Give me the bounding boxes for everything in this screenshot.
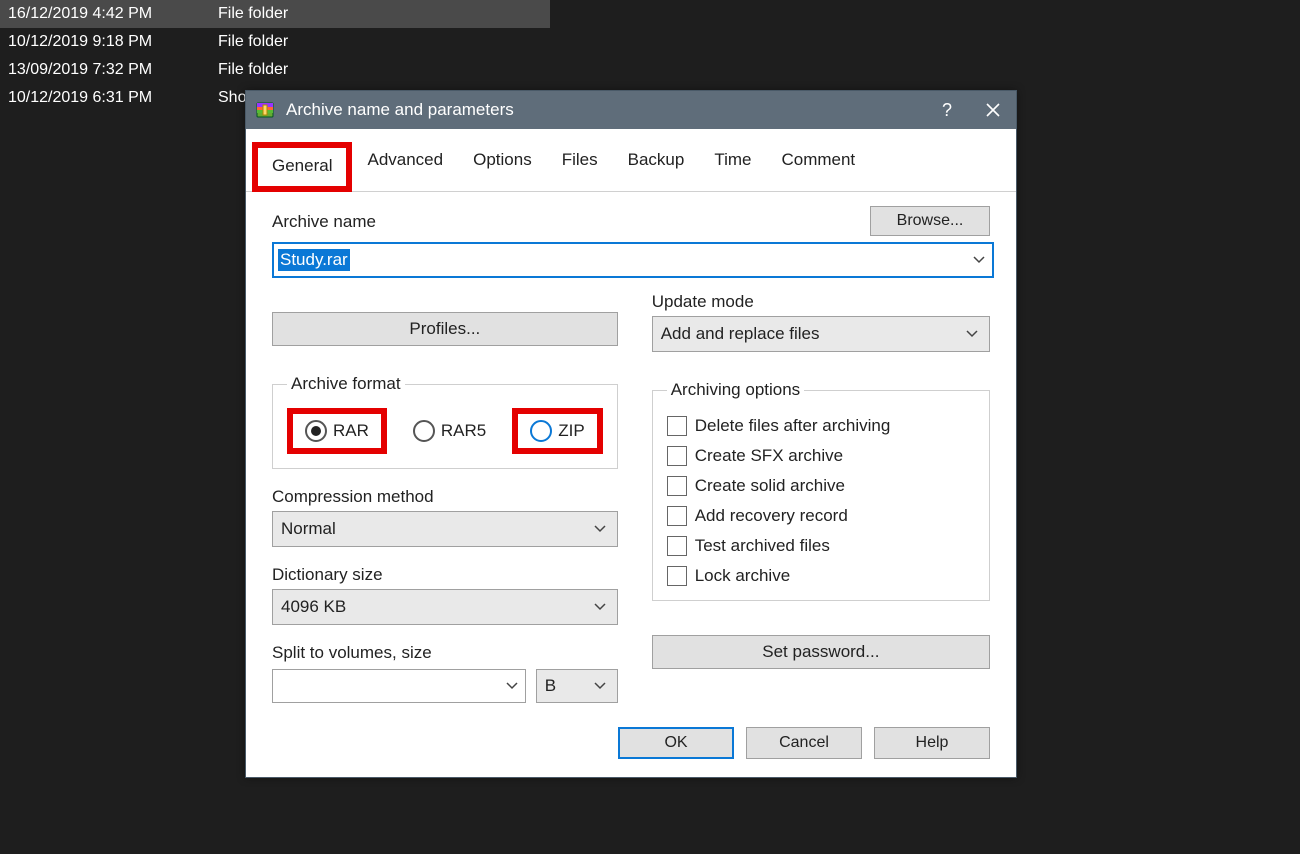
tab-options[interactable]: Options (458, 141, 547, 191)
opt-recovery[interactable]: Add recovery record (667, 506, 975, 526)
chevron-down-icon[interactable] (966, 244, 992, 276)
format-rar5-label: RAR5 (441, 421, 486, 441)
archiving-options-group: Archiving options Delete files after arc… (652, 380, 990, 601)
archive-name-value: Study.rar (278, 249, 350, 271)
chevron-down-icon[interactable] (587, 590, 613, 624)
file-date: 10/12/2019 6:31 PM (0, 89, 218, 107)
file-row[interactable]: 16/12/2019 4:42 PM File folder (0, 0, 550, 28)
dictionary-value: 4096 KB (281, 597, 346, 617)
format-rar5-radio[interactable]: RAR5 (413, 420, 486, 442)
tab-general[interactable]: General (252, 142, 352, 192)
help-icon[interactable]: ? (924, 91, 970, 129)
split-label: Split to volumes, size (272, 643, 618, 663)
chevron-down-icon[interactable] (959, 317, 985, 351)
archive-format-group: Archive format RAR RAR5 (272, 374, 618, 469)
radio-icon (413, 420, 435, 442)
chevron-down-icon[interactable] (499, 670, 525, 702)
split-size-input[interactable] (272, 669, 526, 703)
update-mode-select[interactable]: Add and replace files (652, 316, 990, 352)
compression-label: Compression method (272, 487, 618, 507)
tabstrip: General Advanced Options Files Backup Ti… (246, 141, 1016, 192)
file-type: File folder (218, 61, 550, 79)
file-date: 10/12/2019 9:18 PM (0, 33, 218, 51)
tab-files[interactable]: Files (547, 141, 613, 191)
file-type: File folder (218, 5, 550, 23)
radio-icon (305, 420, 327, 442)
ok-button[interactable]: OK (618, 727, 734, 759)
browse-button[interactable]: Browse... (870, 206, 990, 236)
set-password-button[interactable]: Set password... (652, 635, 990, 669)
archive-name-input[interactable]: Study.rar (272, 242, 994, 278)
format-rar-radio[interactable]: RAR (305, 420, 369, 442)
dictionary-label: Dictionary size (272, 565, 618, 585)
archiving-options-label: Archiving options (667, 380, 804, 400)
split-unit-value: B (545, 676, 556, 696)
opt-test[interactable]: Test archived files (667, 536, 975, 556)
checkbox-icon (667, 446, 687, 466)
close-icon[interactable] (970, 91, 1016, 129)
format-rar-label: RAR (333, 421, 369, 441)
dialog-footer: OK Cancel Help (246, 713, 1016, 777)
file-date: 16/12/2019 4:42 PM (0, 5, 218, 23)
help-button[interactable]: Help (874, 727, 990, 759)
tab-backup[interactable]: Backup (613, 141, 700, 191)
split-unit-select[interactable]: B (536, 669, 618, 703)
checkbox-icon (667, 416, 687, 436)
opt-lock[interactable]: Lock archive (667, 566, 975, 586)
archive-format-label: Archive format (287, 374, 405, 394)
profiles-button[interactable]: Profiles... (272, 312, 618, 346)
opt-sfx[interactable]: Create SFX archive (667, 446, 975, 466)
checkbox-icon (667, 566, 687, 586)
compression-value: Normal (281, 519, 336, 539)
file-row[interactable]: 10/12/2019 9:18 PM File folder (0, 28, 550, 56)
file-row[interactable]: 13/09/2019 7:32 PM File folder (0, 56, 550, 84)
file-date: 13/09/2019 7:32 PM (0, 61, 218, 79)
tab-time[interactable]: Time (699, 141, 766, 191)
dictionary-select[interactable]: 4096 KB (272, 589, 618, 625)
chevron-down-icon[interactable] (587, 670, 613, 702)
chevron-down-icon[interactable] (587, 512, 613, 546)
archive-name-label: Archive name (272, 212, 852, 232)
tab-advanced[interactable]: Advanced (352, 141, 458, 191)
radio-icon (530, 420, 552, 442)
format-zip-radio[interactable]: ZIP (530, 420, 584, 442)
dialog-title: Archive name and parameters (284, 100, 924, 120)
checkbox-icon (667, 476, 687, 496)
opt-solid[interactable]: Create solid archive (667, 476, 975, 496)
winrar-dialog: Archive name and parameters ? General Ad… (245, 90, 1017, 778)
format-zip-label: ZIP (558, 421, 584, 441)
opt-delete-files[interactable]: Delete files after archiving (667, 416, 975, 436)
compression-select[interactable]: Normal (272, 511, 618, 547)
dialog-titlebar[interactable]: Archive name and parameters ? (246, 91, 1016, 129)
checkbox-icon (667, 536, 687, 556)
update-mode-value: Add and replace files (661, 324, 820, 344)
cancel-button[interactable]: Cancel (746, 727, 862, 759)
file-type: File folder (218, 33, 550, 51)
update-mode-label: Update mode (652, 292, 990, 312)
winrar-icon (246, 100, 284, 120)
tab-comment[interactable]: Comment (766, 141, 870, 191)
checkbox-icon (667, 506, 687, 526)
